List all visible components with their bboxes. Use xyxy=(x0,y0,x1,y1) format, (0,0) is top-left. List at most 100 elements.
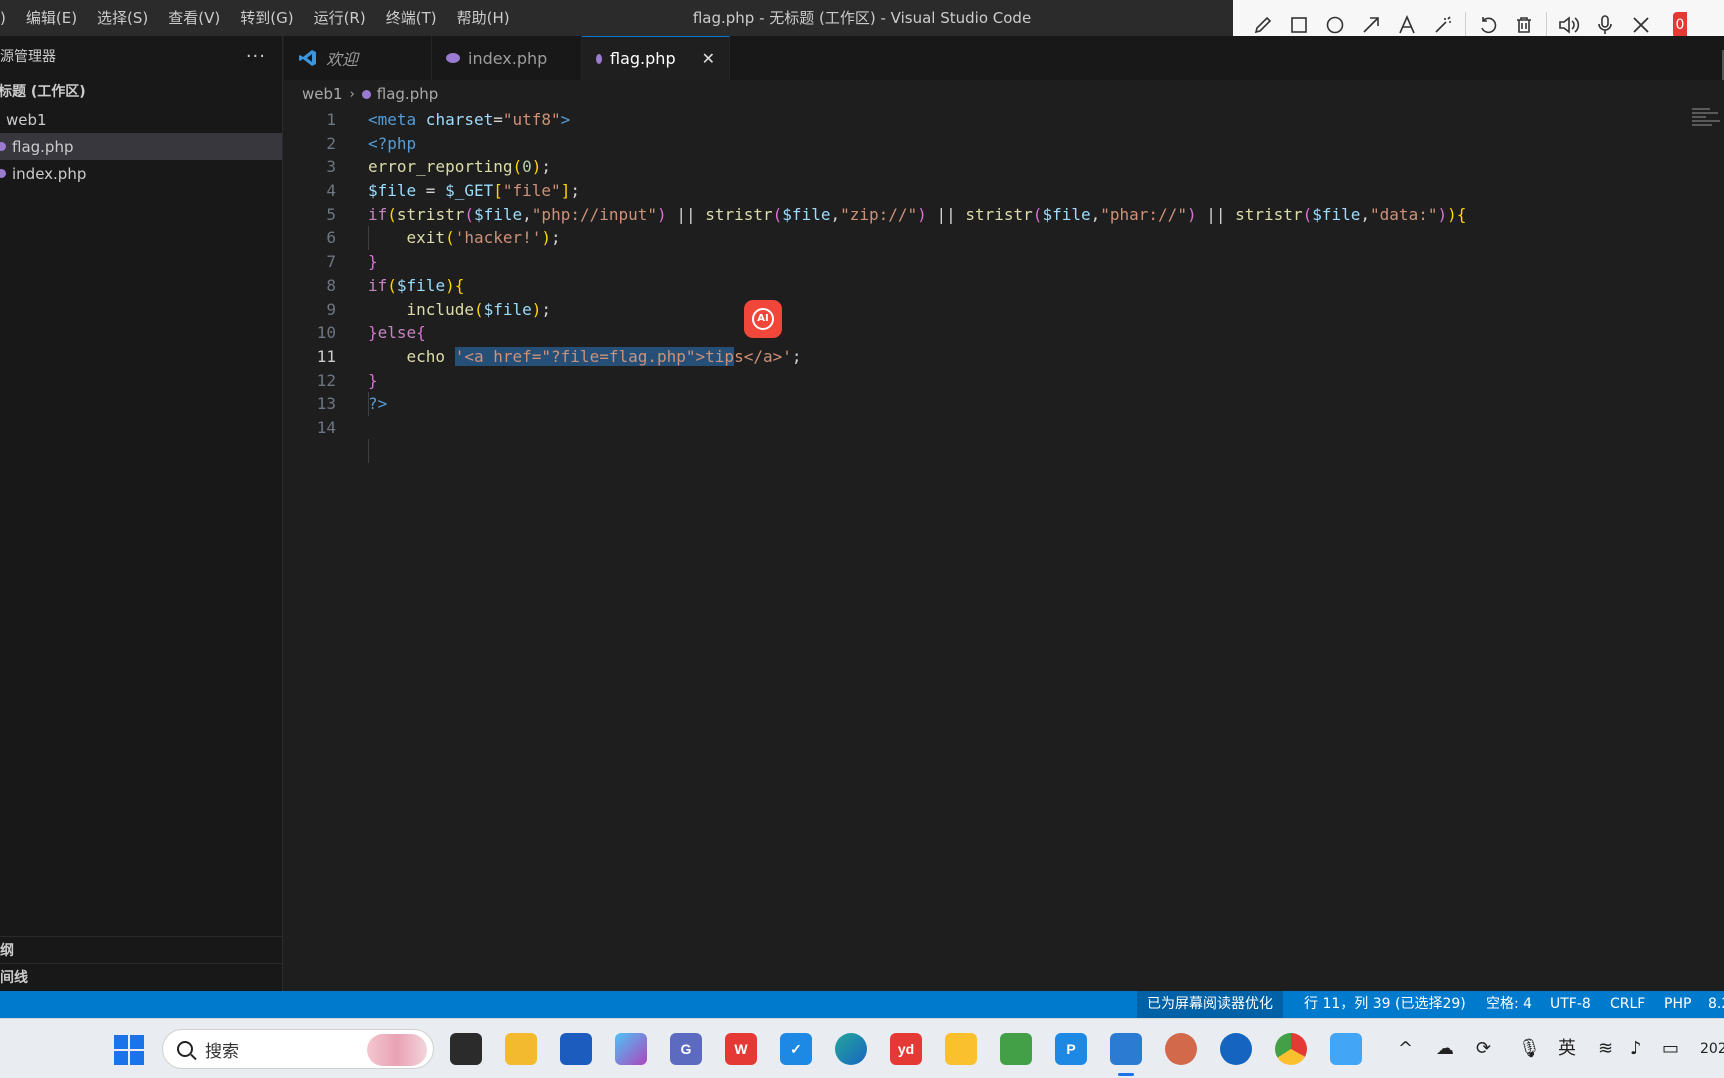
youdao-icon[interactable]: yd xyxy=(890,1033,922,1065)
menu-item-view[interactable]: 查看(V) xyxy=(158,0,230,36)
folder-web1[interactable]: web1 xyxy=(0,106,282,133)
status-php-version[interactable]: 8.2 xyxy=(1708,991,1724,1018)
close-tab-icon[interactable]: ✕ xyxy=(702,49,715,68)
more-actions-icon[interactable]: ··· xyxy=(246,46,266,67)
workspace-root[interactable]: 标题 (工作区) xyxy=(0,76,282,106)
volume-icon[interactable]: ♪ xyxy=(1630,1019,1642,1078)
windows-start-icon[interactable] xyxy=(114,1035,144,1065)
line-number: 8 xyxy=(326,275,336,295)
wechat-icon[interactable] xyxy=(1000,1033,1032,1065)
menu-item-help[interactable]: 帮助(H) xyxy=(447,0,520,36)
code-text: } xyxy=(368,370,378,390)
explorer-title: 资源管理器 xyxy=(0,49,56,65)
menu-item-selection[interactable]: 选择(S) xyxy=(87,0,158,36)
code-text: if($file){ xyxy=(368,275,465,295)
breadcrumb: web1 › flag.php xyxy=(284,80,438,108)
menu-item-go[interactable]: 转到(G) xyxy=(230,0,303,36)
cloud-icon[interactable]: ☁ xyxy=(1436,1019,1454,1078)
tab-index-php[interactable]: index.php xyxy=(432,36,582,80)
code-line[interactable]: 5 if(stristr($file,"php://input") || stri… xyxy=(284,203,1684,227)
file-flag-php[interactable]: flag.php xyxy=(0,133,282,160)
code-line[interactable]: 14 xyxy=(284,416,1684,440)
code-line[interactable]: 11 echo '<a href="?file=flag.php">tips</… xyxy=(284,345,1684,369)
code-text: $file = $_GET["file"]; xyxy=(368,181,580,201)
workspace-label: 标题 (工作区) xyxy=(0,84,86,100)
ai-assistant-button[interactable]: AI xyxy=(744,300,782,338)
wifi-icon[interactable]: ≋ xyxy=(1598,1019,1613,1078)
code-line[interactable]: 4 $file = $_GET["file"]; xyxy=(284,179,1684,203)
tab-welcome[interactable]: 欢迎 xyxy=(284,36,432,80)
record-indicator[interactable]: 0 xyxy=(1673,11,1687,38)
code-editor[interactable]: 1 <meta charset="utf8"> 2 <?php 3 error_repor… xyxy=(284,108,1684,988)
code-line[interactable]: 2 <?php xyxy=(284,132,1684,156)
status-cursor-position[interactable]: 行 11，列 39 (已选择29) xyxy=(1304,991,1466,1018)
gbox-icon[interactable]: G xyxy=(670,1033,702,1065)
breadcrumb-file[interactable]: flag.php xyxy=(377,85,438,103)
code-text: ?> xyxy=(368,394,388,414)
code-line[interactable]: 6 exit('hacker!'); xyxy=(284,226,1684,250)
snipping-icon[interactable] xyxy=(945,1033,977,1065)
ai-app-icon[interactable] xyxy=(615,1033,647,1065)
menu-item-file[interactable]: ) xyxy=(0,0,16,36)
browser-a-icon[interactable] xyxy=(1165,1033,1197,1065)
clock[interactable]: 202 xyxy=(1700,1019,1724,1078)
code-line[interactable]: 7} xyxy=(284,250,1684,274)
edge-icon[interactable] xyxy=(835,1033,867,1065)
menu-item-run[interactable]: 运行(R) xyxy=(304,0,376,36)
battery-icon[interactable]: ▭ xyxy=(1662,1019,1679,1078)
outline-section[interactable]: 纲 xyxy=(0,936,283,963)
code-text: <meta charset="utf8"> xyxy=(368,110,571,129)
chrome-icon[interactable] xyxy=(1275,1033,1307,1065)
file-explorer-icon[interactable] xyxy=(505,1033,537,1065)
vscode-taskbar-icon[interactable] xyxy=(1110,1033,1142,1065)
status-indentation[interactable]: 空格: 4 xyxy=(1486,991,1532,1018)
menu-item-edit[interactable]: 编辑(E) xyxy=(16,0,87,36)
code-line[interactable]: 3 error_reporting(0); xyxy=(284,155,1684,179)
menu-item-terminal[interactable]: 终端(T) xyxy=(376,0,447,36)
wps-icon[interactable]: W xyxy=(725,1033,757,1065)
breadcrumb-folder[interactable]: web1 xyxy=(302,85,343,103)
toolbar-divider xyxy=(1465,11,1466,38)
status-screen-reader[interactable]: 已为屏幕阅读器优化 xyxy=(1137,991,1283,1018)
notepad-icon[interactable] xyxy=(1330,1033,1362,1065)
active-app-indicator xyxy=(1118,1073,1134,1076)
sync-icon[interactable]: ⟳ xyxy=(1476,1019,1491,1078)
code-line[interactable]: 1 <meta charset="utf8"> xyxy=(284,108,1684,132)
tab-flag-php[interactable]: flag.php ✕ xyxy=(582,36,730,80)
microphone-tray-icon[interactable]: 🎙 xyxy=(1518,1019,1541,1078)
line-number: 11 xyxy=(316,346,336,366)
code-line[interactable]: 10}else{ xyxy=(284,321,1684,345)
browser-b-icon[interactable] xyxy=(1220,1033,1252,1065)
minimap[interactable] xyxy=(1692,108,1722,132)
toolbar-divider xyxy=(1546,11,1547,38)
line-number: 7 xyxy=(326,252,336,272)
line-number: 3 xyxy=(326,157,336,177)
tab-label: flag.php xyxy=(610,49,676,68)
status-eol[interactable]: CRLF xyxy=(1610,991,1645,1018)
line-number: 9 xyxy=(326,299,336,319)
line-number: 5 xyxy=(326,204,336,224)
ime-indicator[interactable]: 英 xyxy=(1558,1019,1576,1078)
tab-label: index.php xyxy=(468,48,548,68)
code-line[interactable]: 8 if($file){ xyxy=(284,274,1684,298)
status-encoding[interactable]: UTF-8 xyxy=(1550,991,1591,1018)
folder-label: web1 xyxy=(6,110,47,129)
line-number: 14 xyxy=(316,417,336,437)
pdf-icon[interactable]: P xyxy=(1055,1033,1087,1065)
taskbar-search[interactable]: 搜索 xyxy=(162,1029,434,1069)
code-line[interactable]: 13 ?> xyxy=(284,392,1684,416)
code-line[interactable]: 12} xyxy=(284,369,1684,393)
status-language[interactable]: PHP xyxy=(1664,991,1691,1018)
todo-icon[interactable]: ✓ xyxy=(780,1033,812,1065)
timeline-section[interactable]: 间线 xyxy=(0,963,283,990)
code-line[interactable]: 9 include($file); xyxy=(284,298,1684,322)
line-number: 10 xyxy=(316,323,336,343)
search-icon xyxy=(177,1041,193,1057)
task-view-icon[interactable] xyxy=(450,1033,482,1065)
file-index-php[interactable]: index.php xyxy=(0,160,282,187)
chevron-up-icon[interactable]: ^ xyxy=(1398,1019,1413,1078)
line-number: 4 xyxy=(326,181,336,201)
explorer-header: 资源管理器 ··· xyxy=(0,36,282,76)
store-icon[interactable] xyxy=(560,1033,592,1065)
code-text: if(stristr($file,"php://input") || stris… xyxy=(368,204,1467,224)
